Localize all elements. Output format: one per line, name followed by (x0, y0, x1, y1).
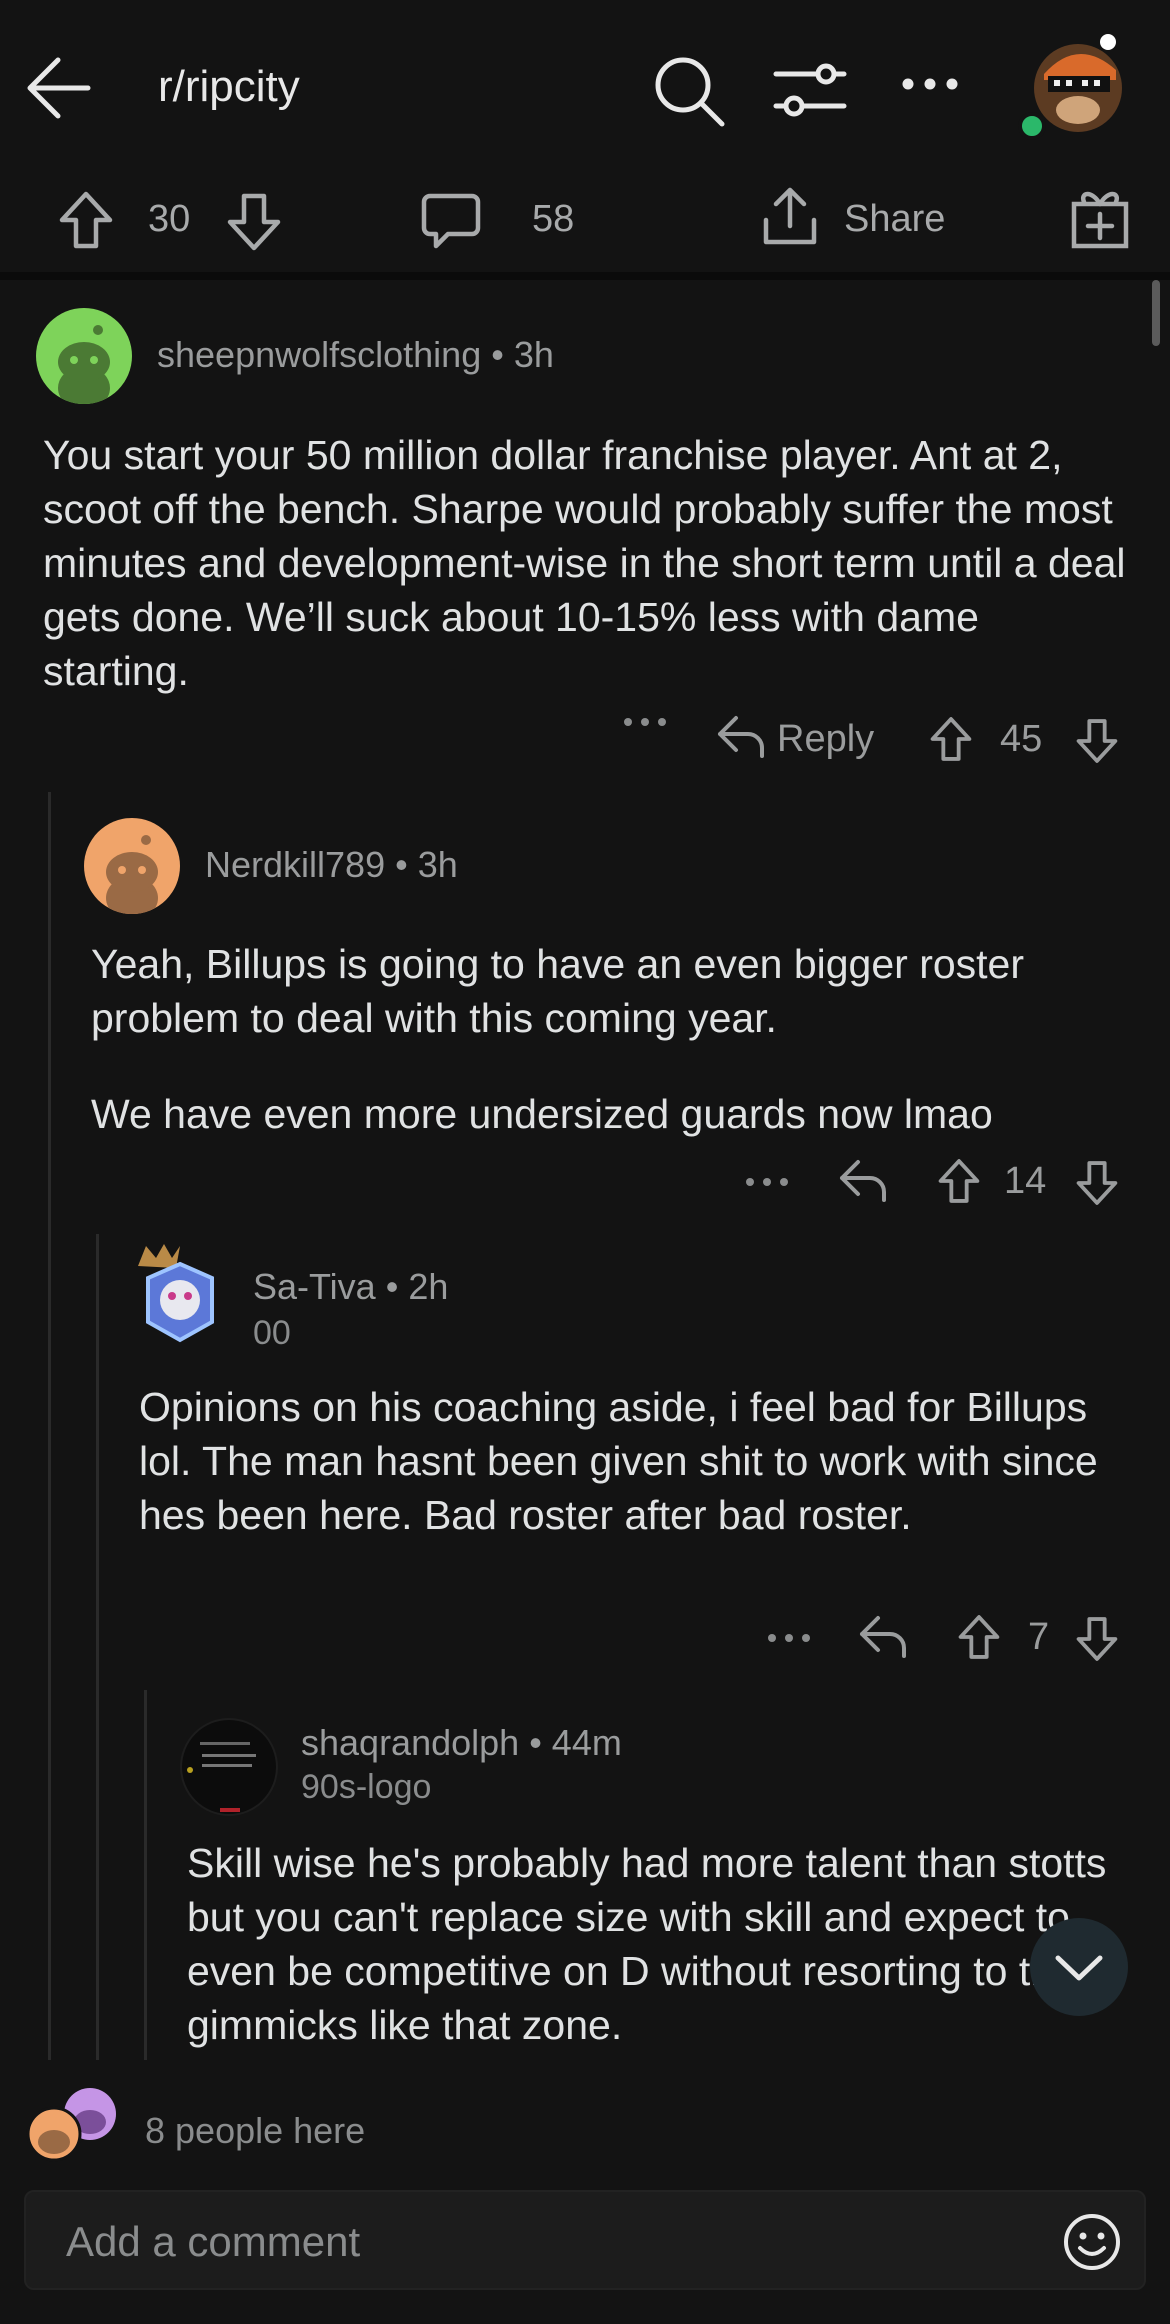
filter-icon[interactable] (772, 60, 848, 120)
emoji-icon[interactable] (1062, 2212, 1122, 2272)
thread-line[interactable] (144, 1690, 147, 2062)
more-icon[interactable] (622, 716, 668, 728)
timestamp: 44m (551, 1722, 622, 1763)
downvote-icon[interactable] (1074, 716, 1120, 766)
upvote-icon[interactable] (928, 714, 974, 764)
more-icon[interactable] (744, 1176, 790, 1188)
post-action-bar: 30 58 Share (0, 180, 1170, 280)
more-icon[interactable] (766, 1632, 812, 1644)
share-button[interactable]: Share (844, 198, 945, 241)
comment-body: Yeah, Billups is going to have an even b… (91, 941, 1024, 1041)
comment-body: You start your 50 million dollar franchi… (43, 432, 1126, 694)
comment-input[interactable]: Add a comment (24, 2190, 1146, 2290)
username[interactable]: Sa-Tiva (253, 1266, 376, 1307)
vote-count: 7 (1028, 1616, 1050, 1658)
top-bar: r/ripcity (0, 0, 1170, 180)
reply-button[interactable]: Reply (777, 718, 874, 761)
upvote-count: 30 (148, 198, 191, 240)
divider (0, 272, 1170, 280)
comment-body: Skill wise he's probably had more talent… (187, 1840, 1107, 2048)
avatar[interactable] (36, 308, 132, 404)
comment-icon[interactable] (420, 190, 482, 252)
username[interactable]: Nerdkill789 (205, 844, 385, 885)
scroll-down-button[interactable] (1030, 1918, 1128, 2016)
vote-count: 14 (1004, 1160, 1047, 1202)
comment-header: shaqrandolph • 44m (301, 1722, 622, 1763)
thread-line[interactable] (48, 792, 51, 2062)
share-icon[interactable] (758, 184, 822, 250)
upvote-icon[interactable] (956, 1612, 1002, 1662)
comment-count: 58 (532, 198, 575, 240)
comment-body: Opinions on his coaching aside, i feel b… (139, 1384, 1098, 1538)
downvote-icon[interactable] (1074, 1158, 1120, 1208)
scrollbar[interactable] (1152, 280, 1160, 346)
presence-text: 8 people here (145, 2110, 366, 2151)
gift-award-icon[interactable] (1070, 186, 1130, 250)
reply-icon[interactable] (858, 1614, 908, 1660)
avatar[interactable] (1018, 26, 1134, 142)
comment-header: Nerdkill789 • 3h (205, 844, 458, 885)
comment-body: We have even more undersized guards now … (91, 1091, 993, 1137)
downvote-icon[interactable] (224, 190, 284, 254)
avatar[interactable] (84, 818, 180, 914)
user-flair: 90s-logo (301, 1768, 432, 1806)
timestamp: 3h (417, 844, 458, 885)
username[interactable]: shaqrandolph (301, 1722, 519, 1763)
avatar[interactable] (180, 1718, 278, 1816)
timestamp: 2h (408, 1266, 449, 1307)
presence-avatars (26, 2086, 122, 2162)
reply-icon[interactable] (716, 714, 766, 760)
comment-header: Sa-Tiva • 2h (253, 1266, 449, 1307)
comment-input-placeholder: Add a comment (66, 2218, 361, 2265)
timestamp: 3h (513, 334, 554, 375)
upvote-icon[interactable] (936, 1156, 982, 1206)
search-icon[interactable] (652, 54, 726, 128)
vote-count: 45 (1000, 718, 1043, 760)
downvote-icon[interactable] (1074, 1614, 1120, 1664)
avatar[interactable] (132, 1240, 228, 1352)
upvote-icon[interactable] (56, 188, 116, 252)
thread-line[interactable] (96, 1234, 99, 2062)
reply-icon[interactable] (838, 1158, 888, 1204)
back-arrow-icon[interactable] (22, 52, 94, 124)
user-flair: 00 (253, 1314, 291, 1352)
comment-header: sheepnwolfsclothing • 3h (157, 334, 554, 375)
more-icon[interactable] (900, 76, 960, 92)
page-title[interactable]: r/ripcity (158, 62, 300, 112)
username[interactable]: sheepnwolfsclothing (157, 334, 481, 375)
